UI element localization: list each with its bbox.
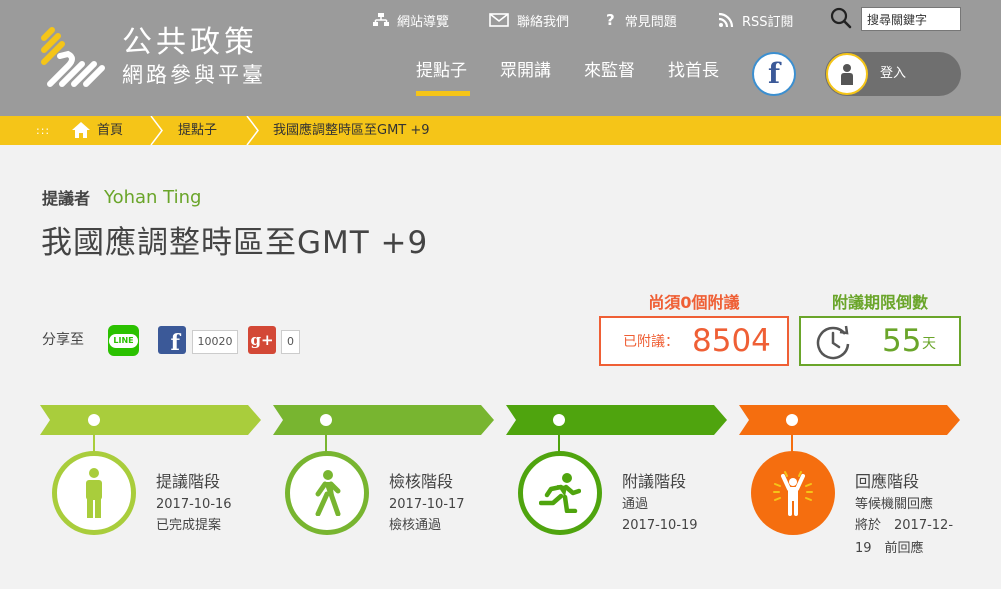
stage-detail: 通過 (622, 497, 649, 512)
stage-detail: 已完成提案 (156, 518, 222, 533)
breadcrumb-ideas[interactable]: 提點子 (178, 122, 217, 140)
stage-marker (553, 414, 565, 426)
google-plus-share-button[interactable]: g+ (248, 326, 276, 354)
facebook-share-button[interactable]: f (158, 326, 186, 354)
user-icon[interactable] (826, 53, 868, 95)
signed-label: 已附議： (623, 334, 679, 350)
line-share-button[interactable]: LINE (108, 325, 139, 356)
proposer-name: Yohan Ting (104, 187, 202, 208)
stage-detail: 2017-10-19 (622, 518, 698, 533)
stage-arrow (506, 405, 727, 435)
share-label: 分享至 (42, 332, 84, 348)
util-link-label: RSS訂閱 (742, 14, 794, 30)
util-link-label: 網站導覽 (397, 14, 450, 30)
home-icon[interactable] (72, 122, 90, 138)
stage-connector (93, 426, 95, 452)
sitemap-icon (373, 13, 389, 26)
stage-detail: 等候機關回應 (855, 497, 934, 512)
breadcrumb-separator (150, 116, 163, 145)
breadcrumb-home[interactable]: 首頁 (97, 122, 123, 140)
proposer-label: 提議者 (42, 189, 91, 208)
util-link-sitemap[interactable]: 網站導覽 (373, 10, 449, 30)
stage-detail: 檢核通過 (389, 518, 442, 533)
person-running-icon (539, 473, 581, 513)
page-title: 我國應調整時區至GMT +9 (41, 225, 429, 261)
stage-title: 附議階段 (622, 472, 687, 491)
stage-detail: 19 前回應 (855, 541, 924, 556)
nav-active-indicator (416, 91, 470, 96)
util-link-faq[interactable]: ? 常見問題 (606, 10, 677, 30)
clock-icon (816, 325, 850, 360)
nav-item-monitor[interactable]: 來監督 (584, 60, 635, 82)
question-icon: ? (606, 11, 615, 29)
facebook-button[interactable]: f (752, 52, 796, 96)
stage-marker (786, 414, 798, 426)
search-input[interactable] (861, 7, 961, 31)
rss-icon (718, 12, 734, 28)
line-icon: LINE (109, 333, 138, 348)
breadcrumb-current: 我國應調整時區至GMT +9 (273, 123, 430, 138)
util-link-contact[interactable]: 聯絡我們 (489, 10, 569, 30)
nav-item-ideas[interactable]: 提點子 (416, 60, 467, 82)
countdown-label: 附議期限倒數 (831, 293, 928, 312)
stage-title: 提議階段 (156, 472, 221, 491)
search-icon[interactable] (830, 7, 852, 29)
stage-arrow (40, 405, 261, 435)
stage-title: 回應階段 (855, 472, 920, 491)
facebook-icon: f (767, 57, 781, 90)
util-link-label: 聯絡我們 (517, 14, 570, 30)
login-label[interactable]: 登入 (880, 65, 906, 83)
stage-arrow (739, 405, 960, 435)
logo-title[interactable]: 公共政策 (122, 26, 258, 60)
countdown-unit: 天 (922, 336, 936, 352)
stage-detail: 2017-10-17 (389, 497, 465, 512)
logo-icon[interactable] (38, 26, 108, 90)
facebook-share-count: 10020 (192, 330, 238, 354)
stage-icon-circle (52, 451, 136, 535)
stage-icon-circle (518, 451, 602, 535)
nav-item-leaders[interactable]: 找首長 (668, 60, 719, 82)
stage-connector (791, 426, 793, 452)
stage-icon-circle (285, 451, 369, 535)
stage-marker (88, 414, 100, 426)
util-link-label: 常見問題 (624, 14, 677, 30)
stage-title: 檢核階段 (389, 472, 454, 491)
signed-count: 8504 (692, 323, 771, 359)
stage-connector (558, 426, 560, 452)
stage-arrow (273, 405, 494, 435)
stage-marker (320, 414, 332, 426)
stage-detail: 將於 2017-12- (855, 518, 954, 533)
person-walking-icon (315, 470, 341, 516)
stage-connector (325, 426, 327, 452)
google-plus-share-count: 0 (281, 330, 300, 354)
stage-icon-circle (751, 451, 835, 535)
remaining-signatures-label: 尚須0個附議 (648, 293, 740, 312)
nav-item-discuss[interactable]: 眾開講 (500, 60, 551, 82)
countdown-days: 55 (882, 323, 922, 359)
logo-subtitle[interactable]: 網路參與平臺 (122, 62, 266, 88)
mail-icon (489, 13, 509, 27)
breadcrumb-separator (246, 116, 259, 145)
util-link-rss[interactable]: RSS訂閱 (718, 10, 794, 30)
person-standing-icon (86, 468, 102, 518)
person-cheering-icon (773, 471, 813, 516)
stage-detail: 2017-10-16 (156, 497, 232, 512)
breadcrumb-menu-icon[interactable]: ::: (36, 124, 50, 138)
